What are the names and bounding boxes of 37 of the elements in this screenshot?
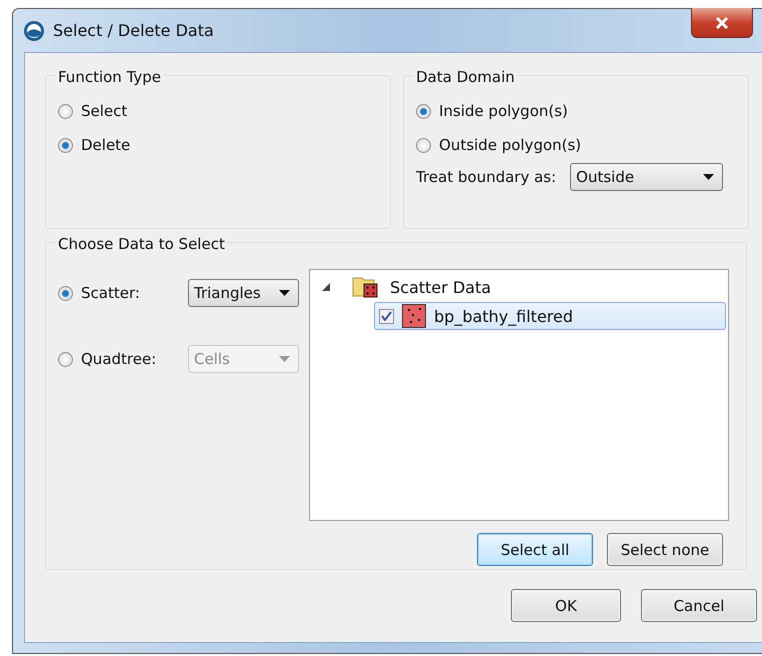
radio-button[interactable] [416, 104, 431, 118]
dialog-button[interactable]: Cancel [641, 589, 757, 622]
radio-option[interactable]: Scatter: [58, 284, 188, 302]
boundary-dropdown[interactable]: Outside [570, 163, 724, 191]
select-button[interactable]: Select none [607, 533, 723, 566]
scatter-icon [402, 304, 426, 328]
radio-label: Select [81, 102, 128, 120]
field-label: Treat boundary as: [416, 168, 556, 186]
window-title: Select / Delete Data [53, 21, 214, 40]
radio-button[interactable] [416, 138, 431, 152]
radio-option[interactable]: Outside polygon(s) [416, 136, 736, 154]
data-type-dropdown[interactable]: Triangles [188, 279, 299, 307]
radio-label: Inside polygon(s) [439, 102, 568, 120]
radio-option[interactable]: Select [58, 102, 378, 120]
radio-option[interactable]: Inside polygon(s) [416, 102, 736, 120]
radio-option[interactable]: Delete [58, 136, 378, 154]
tree-item[interactable]: Scatter Data [390, 278, 492, 296]
tree-item[interactable]: bp_bathy_filtered [374, 302, 726, 330]
radio-button[interactable] [58, 104, 73, 118]
radio-label: Outside polygon(s) [439, 136, 582, 154]
radio-label: Quadtree: [81, 350, 156, 368]
caret-icon [279, 290, 290, 296]
caret-icon [279, 356, 290, 362]
app-logo-icon [23, 20, 45, 42]
data-tree[interactable]: Scatter Data bp_bathy_filtered [309, 269, 729, 521]
radio-button[interactable] [58, 138, 73, 152]
dialog-button[interactable]: OK [511, 589, 621, 622]
close-icon [715, 16, 729, 28]
close-button[interactable] [691, 8, 753, 38]
radio-label: Scatter: [81, 284, 140, 302]
expand-icon[interactable] [322, 283, 330, 291]
caret-icon [703, 174, 714, 180]
radio-label: Delete [81, 136, 130, 154]
checkbox[interactable] [379, 308, 394, 324]
radio-button[interactable] [58, 286, 73, 300]
select-button[interactable]: Select all [477, 533, 593, 566]
group-title: Function Type [56, 68, 164, 86]
